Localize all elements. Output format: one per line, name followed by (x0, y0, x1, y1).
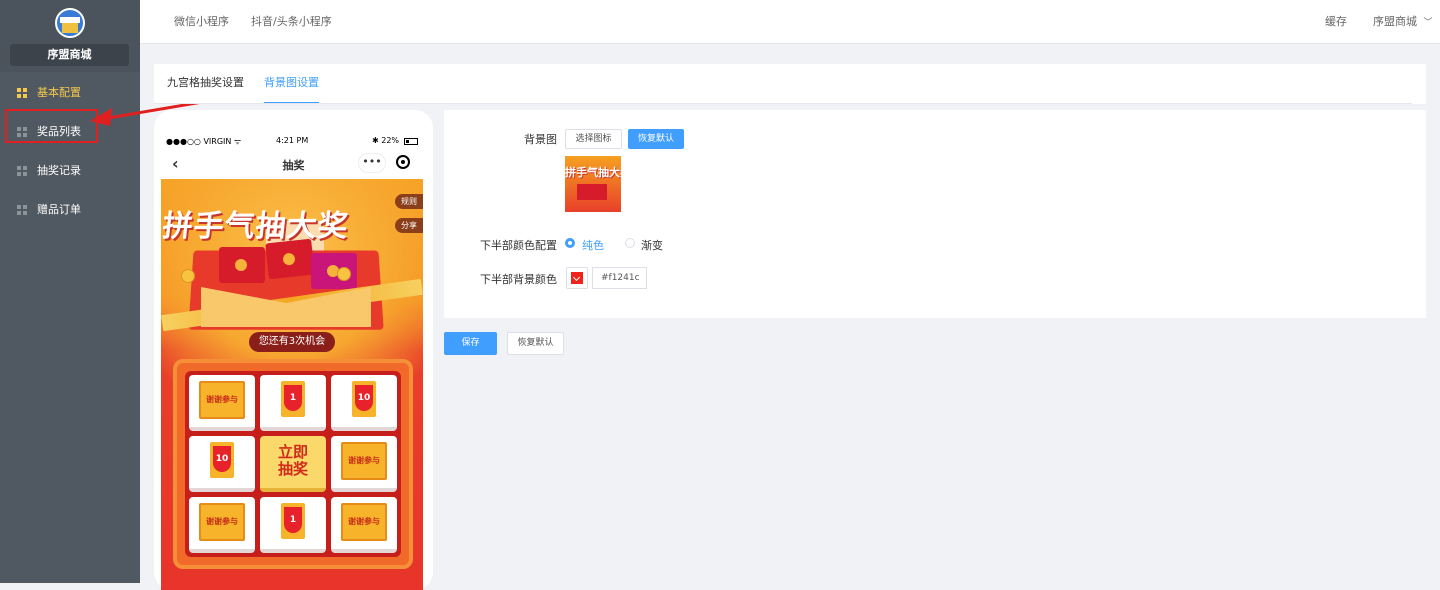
grid-cell-red-packet: 1 (260, 375, 326, 431)
thanks-card: 谢谢参与 (199, 381, 245, 419)
remaining-chances-badge: 您还有3次机会 (249, 332, 335, 352)
tab-wechat-miniprogram[interactable]: 微信小程序 (174, 0, 229, 44)
lottery-grid-inner: 谢谢参与 1 10 10 立即 抽奖 谢谢参与 谢谢参与 1 谢谢参与 (185, 371, 401, 557)
restore-default-button[interactable]: 恢复默认 (507, 332, 564, 355)
gradient-radio[interactable] (625, 238, 635, 248)
lottery-banner: 使用券 拼手气抽大奖 规则 分享 您还有3次机会 谢谢参与 1 10 10 立即… (161, 179, 423, 590)
rules-button[interactable]: 规则 (395, 194, 423, 209)
share-button[interactable]: 分享 (395, 218, 423, 233)
sidebar-item-draw-records[interactable]: 抽奖记录 (0, 153, 140, 189)
logo-area: 序盟商城 (0, 0, 140, 72)
red-envelope-image (219, 247, 265, 283)
banner-title: 拼手气抽大奖 (161, 209, 351, 244)
background-image-label: 背景图 (524, 133, 557, 146)
status-time: 4:21 PM (276, 136, 309, 145)
coin-image (181, 269, 195, 283)
phone-page-title: 抽奖 (282, 159, 305, 172)
cache-button[interactable]: 缓存 (1325, 0, 1347, 44)
sidebar-item-basic-config[interactable]: 基本配置 (0, 75, 140, 111)
grid-cell-thanks: 谢谢参与 (331, 497, 397, 553)
close-miniprogram-icon[interactable] (396, 155, 410, 169)
red-packet-amount: 1 (289, 393, 297, 403)
thumbnail-title: 拼手气抽大奖 (565, 166, 621, 179)
battery-icon (404, 138, 418, 145)
gradient-label[interactable]: 渐变 (641, 237, 663, 253)
store-logo-icon (55, 8, 85, 38)
grid-cell-thanks: 谢谢参与 (331, 436, 397, 492)
draw-now-label: 立即 抽奖 (277, 443, 308, 478)
save-button[interactable]: 保存 (444, 332, 497, 355)
red-packet-amount: 10 (357, 393, 371, 403)
thanks-card: 谢谢参与 (341, 503, 387, 541)
red-envelope-image (265, 238, 315, 280)
color-picker-button[interactable] (566, 267, 588, 289)
grid-cell-thanks: 谢谢参与 (189, 497, 255, 553)
grid-icon (17, 205, 27, 215)
red-packet-amount: 10 (215, 454, 229, 464)
sidebar-item-label: 赠品订单 (37, 203, 81, 216)
background-thumbnail[interactable]: 拼手气抽大奖 (565, 156, 621, 212)
red-envelope-image (577, 184, 607, 200)
grid-cell-thanks: 谢谢参与 (189, 375, 255, 431)
topbar: 微信小程序 抖音/头条小程序 缓存 序盟商城 ﹀ (140, 0, 1440, 44)
color-value-input[interactable]: #f1241c (592, 267, 647, 289)
sidebar-item-gift-orders[interactable]: 赠品订单 (0, 192, 140, 228)
brand-name: 序盟商城 (10, 44, 129, 66)
draw-now-button[interactable]: 立即 抽奖 (260, 436, 326, 492)
settings-tabs: 九宫格抽奖设置 背景图设置 (154, 64, 1426, 104)
thanks-card: 谢谢参与 (199, 503, 245, 541)
store-dropdown[interactable]: 序盟商城 ﹀ (1373, 0, 1433, 45)
grid-cell-red-packet: 10 (189, 436, 255, 492)
solid-color-label[interactable]: 纯色 (582, 237, 604, 253)
grid-cell-red-packet: 1 (260, 497, 326, 553)
background-settings-panel: 背景图 选择图标 恢复默认 拼手气抽大奖 下半部颜色配置 纯色 渐变 下半部背景… (444, 110, 1426, 318)
tab-douyin-miniprogram[interactable]: 抖音/头条小程序 (251, 0, 332, 44)
restore-default-image-button[interactable]: 恢复默认 (628, 129, 684, 149)
color-config-label: 下半部颜色配置 (480, 239, 557, 252)
chevron-down-icon (571, 272, 583, 284)
chevron-down-icon: ﹀ (1423, 18, 1433, 28)
grid-cell-red-packet: 10 (331, 375, 397, 431)
annotation-highlight-box (5, 109, 98, 143)
tab-grid-lottery-settings[interactable]: 九宫格抽奖设置 (167, 64, 244, 102)
sidebar: 序盟商城 基本配置 奖品列表 抽奖记录 赠品订单 (0, 0, 140, 583)
more-icon[interactable]: ••• (358, 153, 386, 173)
grid-icon (17, 166, 27, 176)
sidebar-item-label: 抽奖记录 (37, 164, 81, 177)
sidebar-item-label: 基本配置 (37, 86, 81, 99)
battery-text: ✱ 22% (372, 136, 400, 145)
phone-preview: ●●●○○ VIRGIN ᯤ 4:21 PM ✱ 22% ‹ 抽奖 ••• 使用… (154, 110, 433, 590)
store-dropdown-label: 序盟商城 (1373, 15, 1417, 28)
lottery-grid-board: 谢谢参与 1 10 10 立即 抽奖 谢谢参与 谢谢参与 1 谢谢参与 (173, 359, 413, 569)
choose-icon-button[interactable]: 选择图标 (565, 129, 622, 149)
thanks-card: 谢谢参与 (341, 442, 387, 480)
coin-image (337, 267, 351, 281)
red-packet-amount: 1 (289, 515, 297, 525)
bg-color-label: 下半部背景颜色 (480, 273, 557, 286)
tab-background-settings[interactable]: 背景图设置 (264, 64, 319, 104)
solid-color-radio[interactable] (565, 238, 575, 248)
tabs-divider (154, 103, 1412, 104)
status-bar: ●●●○○ VIRGIN ᯤ 4:21 PM ✱ 22% (166, 136, 424, 147)
grid-icon (17, 88, 27, 98)
carrier-text: ●●●○○ VIRGIN ᯤ (166, 137, 242, 146)
